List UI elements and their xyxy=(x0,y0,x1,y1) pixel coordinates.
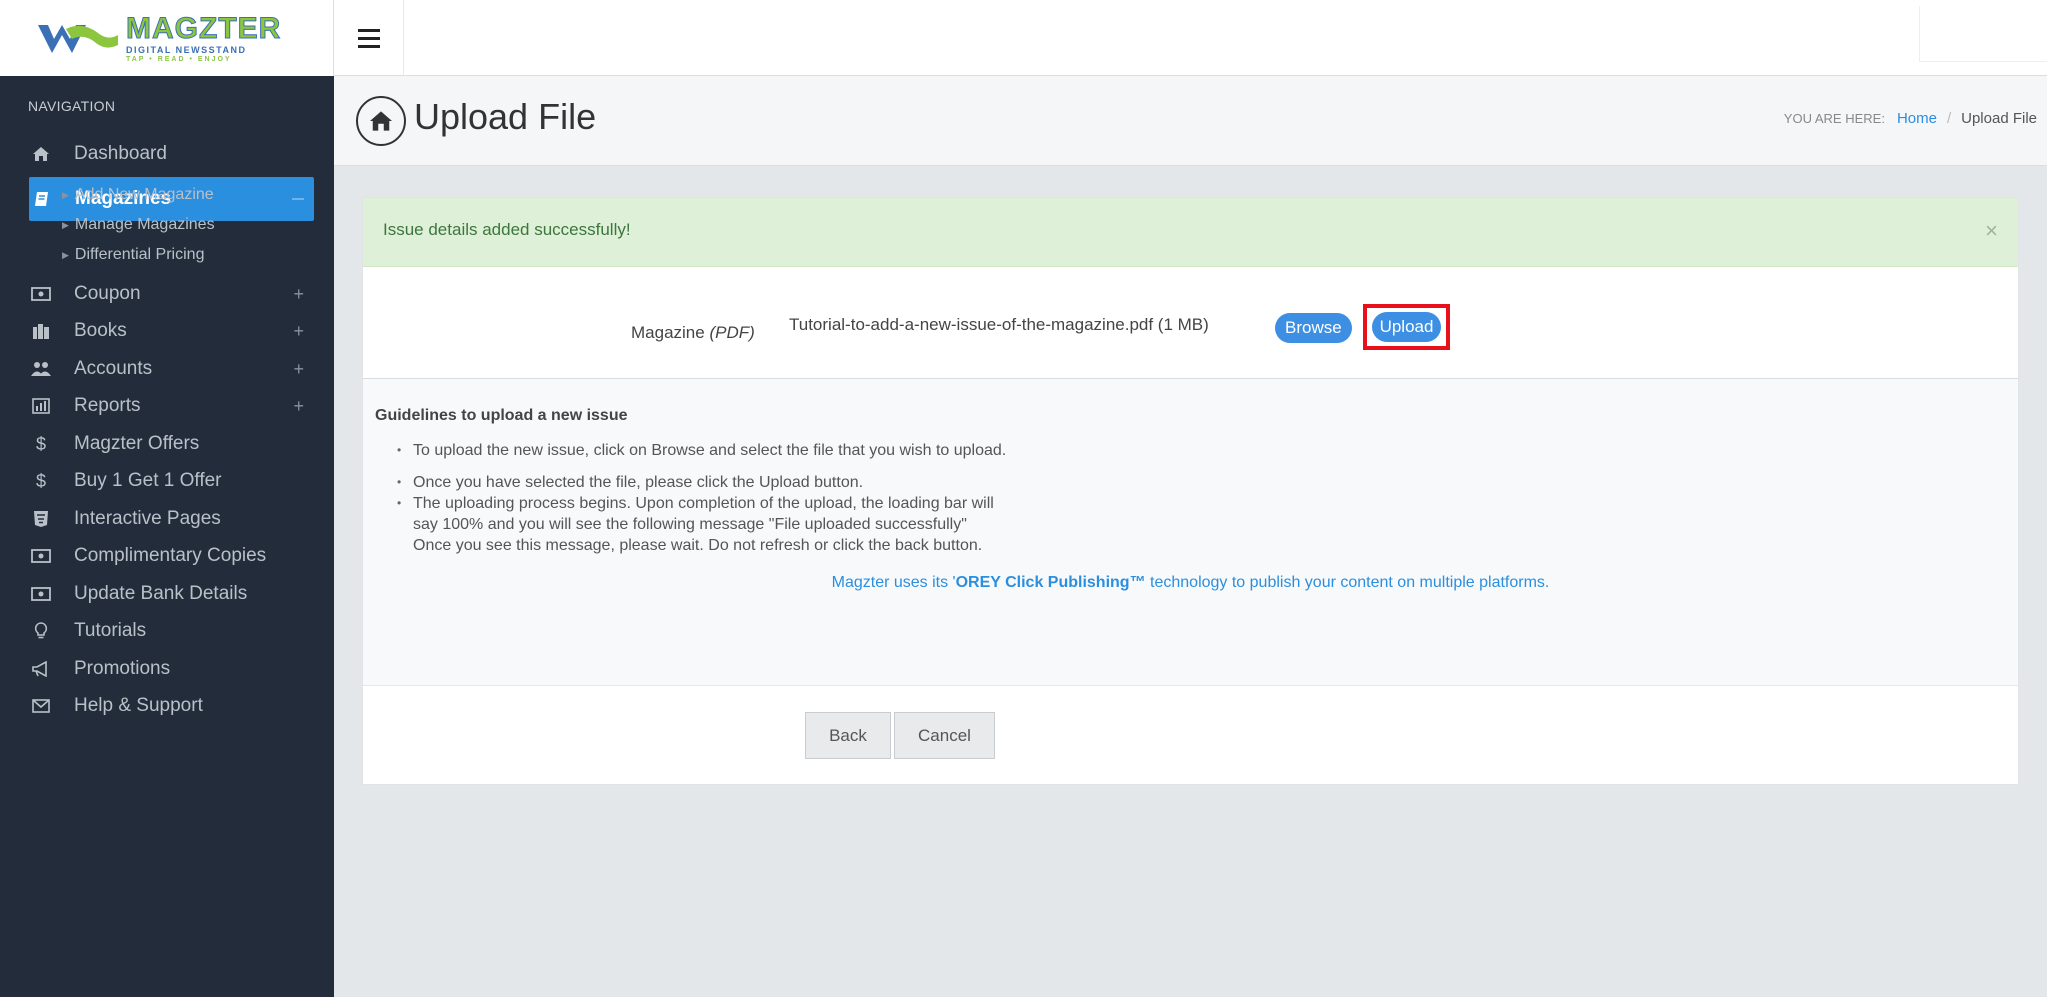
selected-file-name: Tutorial-to-add-a-new-issue-of-the-magaz… xyxy=(789,315,1209,334)
subitem-differential-pricing[interactable]: ▶ Differential Pricing xyxy=(62,246,204,264)
ticket-icon xyxy=(28,549,54,563)
list-item: To upload the new issue, click on Browse… xyxy=(397,440,1213,461)
ticket-icon xyxy=(28,587,54,601)
logo-subtitle: DIGITAL NEWSSTAND xyxy=(126,44,247,55)
sidebar-item-label: Magzter Offers xyxy=(74,433,200,454)
book-icon xyxy=(29,190,55,208)
megaphone-icon xyxy=(28,661,54,677)
books-icon xyxy=(28,323,54,339)
logo-mark-icon xyxy=(36,19,120,57)
page-title: Upload File xyxy=(414,96,597,137)
guidelines-list: Once you have selected the file, please … xyxy=(397,472,1003,556)
sidebar-item-label: Interactive Pages xyxy=(74,508,221,529)
upload-panel: Issue details added successfully! × Maga… xyxy=(362,197,2019,785)
file-field-label: Magazine (PDF) xyxy=(631,323,755,343)
browse-button[interactable]: Browse xyxy=(1275,313,1352,343)
sidebar: NAVIGATION Dashboard Magazines ▶ Add New… xyxy=(0,76,334,997)
bar-chart-icon xyxy=(28,398,54,414)
hamburger-icon xyxy=(357,26,380,50)
dollar-icon: $ xyxy=(35,433,46,454)
logo[interactable]: MAGZTER DIGITAL NEWSSTAND TAP • READ • E… xyxy=(0,0,334,76)
sidebar-item-help-support[interactable]: Help & Support xyxy=(28,684,314,728)
menu-toggle-button[interactable] xyxy=(334,0,404,76)
guidelines-list: To upload the new issue, click on Browse… xyxy=(397,440,1213,461)
sidebar-item-label: Coupon xyxy=(74,283,141,304)
alert-message: Issue details added successfully! xyxy=(383,220,631,239)
users-icon xyxy=(28,361,54,377)
subitem-label: Manage Magazines xyxy=(74,216,215,233)
breadcrumb-home-link[interactable]: Home xyxy=(1897,110,1937,127)
success-alert: Issue details added successfully! × xyxy=(363,198,2018,267)
upload-highlight: Upload xyxy=(1363,304,1450,350)
logo-brand: MAGZTER xyxy=(125,11,282,45)
sidebar-item-dashboard[interactable]: Dashboard xyxy=(28,132,314,176)
breadcrumb-label: YOU ARE HERE: xyxy=(1783,111,1885,126)
form-actions: Back Cancel xyxy=(363,686,2018,784)
page-header: Upload File YOU ARE HERE: Home / Upload … xyxy=(334,76,2047,166)
sidebar-item-label: Accounts xyxy=(74,358,153,379)
sidebar-item-label: Help & Support xyxy=(74,695,203,716)
home-icon xyxy=(28,146,54,162)
subitem-label: Add New Magazine xyxy=(74,186,214,203)
orey-text: technology to publish your content on mu… xyxy=(1145,574,1550,591)
caret-right-icon: ▶ xyxy=(62,219,69,230)
subitem-label: Differential Pricing xyxy=(74,246,205,263)
breadcrumb: YOU ARE HERE: Home / Upload File xyxy=(1784,110,2037,127)
orey-brand: OREY Click Publishing™ xyxy=(955,574,1146,591)
breadcrumb-current: Upload File xyxy=(1961,110,2037,127)
subitem-add-new-magazine[interactable]: ▶ Add New Magazine xyxy=(62,186,214,204)
file-upload-row: Magazine (PDF) Tutorial-to-add-a-new-iss… xyxy=(363,267,2018,379)
expand-icon: + xyxy=(293,395,304,416)
sidebar-item-label: Update Bank Details xyxy=(74,583,248,604)
home-icon xyxy=(356,96,406,146)
guidelines-title: Guidelines to upload a new issue xyxy=(375,407,628,424)
user-area[interactable] xyxy=(1919,6,2047,62)
caret-right-icon: ▶ xyxy=(62,249,69,260)
sidebar-item-label: Books xyxy=(74,320,127,341)
ticket-icon xyxy=(28,287,54,301)
expand-icon: + xyxy=(293,283,304,304)
orey-text: Magzter uses its ' xyxy=(831,574,956,591)
sidebar-item-label: Tutorials xyxy=(74,620,147,641)
logo-tagline: TAP • READ • ENJOY xyxy=(126,55,232,63)
dollar-icon: $ xyxy=(35,470,46,491)
top-bar: MAGZTER DIGITAL NEWSSTAND TAP • READ • E… xyxy=(0,0,2047,76)
envelope-icon xyxy=(28,699,54,713)
expand-icon: + xyxy=(293,358,304,379)
orey-note: Magzter uses its 'OREY Click Publishing™… xyxy=(363,574,2018,592)
caret-right-icon: ▶ xyxy=(62,189,69,200)
upload-button[interactable]: Upload xyxy=(1371,312,1442,342)
list-item: Once you have selected the file, please … xyxy=(397,472,1003,493)
collapse-icon xyxy=(292,198,304,200)
sidebar-item-label: Buy 1 Get 1 Offer xyxy=(74,470,222,491)
breadcrumb-separator: / xyxy=(1946,110,1952,127)
html5-icon xyxy=(28,510,54,528)
expand-icon: + xyxy=(293,320,304,341)
sidebar-item-label: Dashboard xyxy=(74,143,167,164)
back-button[interactable]: Back xyxy=(805,712,891,759)
sidebar-item-label: Promotions xyxy=(74,658,171,679)
file-label-text: Magazine xyxy=(631,323,705,342)
lightbulb-icon xyxy=(28,622,54,640)
cancel-button[interactable]: Cancel xyxy=(894,712,995,759)
close-icon[interactable]: × xyxy=(1985,218,1998,244)
file-type-text: (PDF) xyxy=(709,323,755,342)
sidebar-item-label: Complimentary Copies xyxy=(74,545,267,566)
subitem-manage-magazines[interactable]: ▶ Manage Magazines xyxy=(62,216,215,234)
sidebar-item-label: Reports xyxy=(74,395,141,416)
nav-heading: NAVIGATION xyxy=(28,98,116,114)
guidelines-section: Guidelines to upload a new issue To uplo… xyxy=(363,379,2018,686)
list-item: The uploading process begins. Upon compl… xyxy=(397,493,1003,556)
